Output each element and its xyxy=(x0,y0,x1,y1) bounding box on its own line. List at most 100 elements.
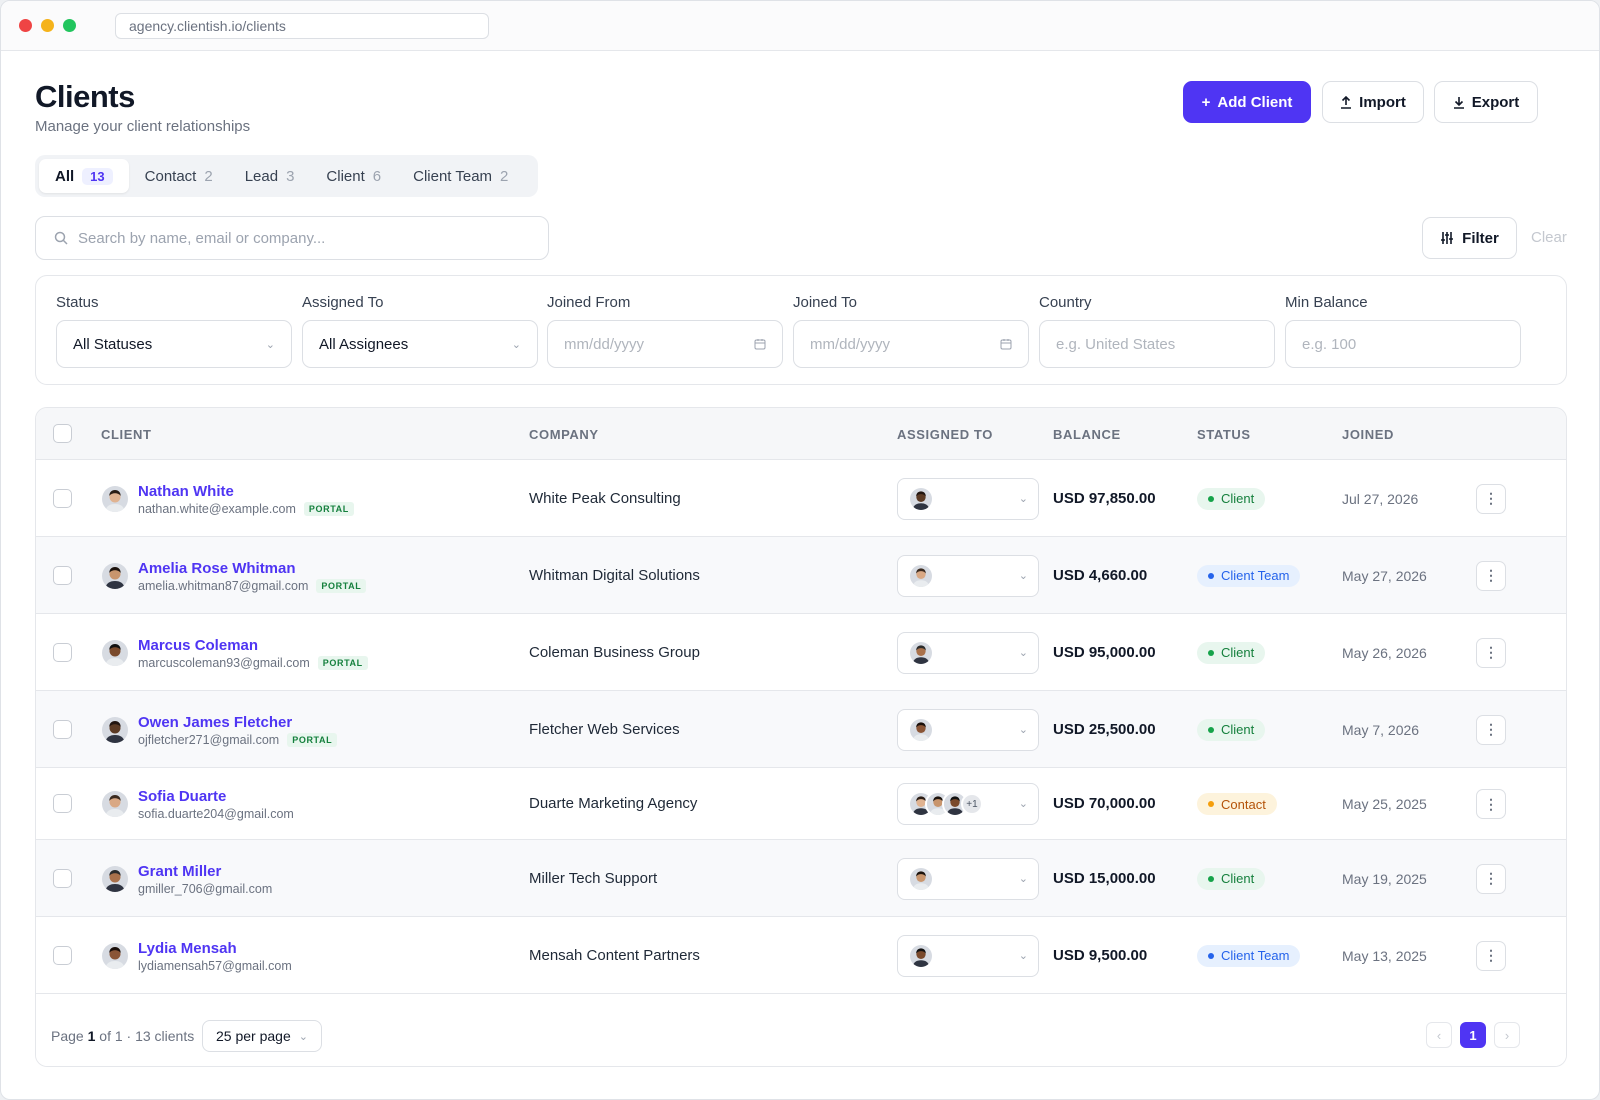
prev-page-button[interactable]: ‹ xyxy=(1426,1022,1452,1048)
chevron-down-icon: ⌄ xyxy=(265,338,275,351)
min-balance-placeholder: e.g. 100 xyxy=(1302,335,1357,353)
status-dot-icon xyxy=(1208,952,1214,959)
calendar-icon xyxy=(754,339,766,350)
chevron-down-icon: ⌄ xyxy=(1018,798,1028,810)
table-row[interactable]: Grant Miller gmiller_706@gmail.com Miller … xyxy=(36,840,1566,917)
client-email-text: marcuscoleman93@gmail.com xyxy=(138,655,310,670)
search-input[interactable] xyxy=(78,229,518,247)
tab-count: 3 xyxy=(286,167,295,185)
filter-label: Filter xyxy=(1462,229,1499,247)
table-row[interactable]: Amelia Rose Whitman amelia.whitman87@gmai… xyxy=(36,537,1566,614)
filter-button[interactable]: Filter xyxy=(1422,217,1517,259)
clear-filters-link[interactable]: Clear xyxy=(1531,229,1567,246)
assigned-filter-label: Assigned To xyxy=(302,294,384,311)
select-all-checkbox[interactable] xyxy=(53,424,72,443)
tab-count: 2 xyxy=(204,167,213,185)
row-checkbox[interactable] xyxy=(53,719,72,739)
export-button[interactable]: Export xyxy=(1434,81,1538,123)
joined-from-input[interactable]: mm/dd/yyyy xyxy=(547,320,783,368)
avatar xyxy=(102,942,128,969)
calendar-icon xyxy=(1000,339,1012,350)
tab-client[interactable]: Client 6 xyxy=(310,159,397,193)
client-name-link[interactable]: Sofia Duarte xyxy=(138,788,226,805)
min-balance-label: Min Balance xyxy=(1285,294,1368,311)
joined-date: May 25, 2025 xyxy=(1342,796,1427,812)
tab-count: 13 xyxy=(82,167,113,185)
status-badge: Client xyxy=(1197,718,1266,741)
joined-date: May 13, 2025 xyxy=(1342,947,1427,964)
joined-to-label: Joined To xyxy=(793,294,857,311)
next-page-button[interactable]: › xyxy=(1494,1022,1520,1048)
status-dot-icon xyxy=(1208,649,1214,656)
assignee-select[interactable]: ⌄ xyxy=(897,554,1039,597)
row-actions-button[interactable]: ⋮ xyxy=(1476,637,1506,668)
row-actions-button[interactable]: ⋮ xyxy=(1476,483,1506,514)
search-icon xyxy=(54,231,68,245)
tab-client-team[interactable]: Client Team 2 xyxy=(397,159,524,193)
table-footer: Page 1 of 1 · 13 clients 25 per page ⌄ ‹… xyxy=(36,1006,1566,1066)
client-name-link[interactable]: Amelia Rose Whitman xyxy=(138,560,296,577)
client-name-link[interactable]: Grant Miller xyxy=(138,863,221,880)
assignee-select[interactable]: All Assignees ⌄ xyxy=(302,320,538,368)
search-box[interactable] xyxy=(35,216,549,260)
chevron-down-icon: ⌄ xyxy=(1018,646,1028,659)
status-text: Contact xyxy=(1221,796,1266,812)
tab-contact[interactable]: Contact 2 xyxy=(129,159,229,193)
company-name: Coleman Business Group xyxy=(529,643,700,661)
row-checkbox[interactable] xyxy=(53,868,72,888)
row-actions-button[interactable]: ⋮ xyxy=(1476,789,1506,819)
client-name-link[interactable]: Marcus Coleman xyxy=(138,637,258,654)
status-text: Client xyxy=(1221,871,1255,886)
row-checkbox[interactable] xyxy=(53,945,72,965)
row-checkbox[interactable] xyxy=(53,794,72,813)
tab-lead[interactable]: Lead 3 xyxy=(229,159,311,193)
table-row[interactable]: Lydia Mensah lydiamensah57@gmail.com Mensa… xyxy=(36,917,1566,994)
row-actions-button[interactable]: ⋮ xyxy=(1476,714,1506,745)
close-window-icon[interactable] xyxy=(19,19,32,32)
assignee-select-value: All Assignees xyxy=(319,335,409,353)
minimize-window-icon[interactable] xyxy=(41,19,54,32)
row-actions-button[interactable]: ⋮ xyxy=(1476,940,1506,971)
per-page-select[interactable]: 25 per page ⌄ xyxy=(202,1020,322,1052)
portal-badge: PORTAL xyxy=(303,501,354,516)
joined-to-input[interactable]: mm/dd/yyyy xyxy=(793,320,1029,368)
assignee-select[interactable]: +1 ⌄ xyxy=(897,783,1039,825)
table-row[interactable]: Marcus Coleman marcuscoleman93@gmail.com P… xyxy=(36,614,1566,691)
table-row[interactable]: Owen James Fletcher ojfletcher271@gmail.c… xyxy=(36,691,1566,768)
import-button[interactable]: Import xyxy=(1322,81,1424,123)
download-icon xyxy=(1453,96,1464,109)
row-checkbox[interactable] xyxy=(53,565,72,585)
tab-label: Client xyxy=(326,167,365,185)
client-name-link[interactable]: Lydia Mensah xyxy=(138,940,237,957)
status-select[interactable]: All Statuses ⌄ xyxy=(56,320,292,368)
row-checkbox[interactable] xyxy=(53,642,72,662)
table-header: CLIENT COMPANY ASSIGNED TO BALANCE STATU… xyxy=(36,408,1566,460)
min-balance-input[interactable]: e.g. 100 xyxy=(1285,320,1521,368)
assignee-select[interactable]: ⌄ xyxy=(897,631,1039,674)
table-row[interactable]: Sofia Duarte sofia.duarte204@gmail.com Dua… xyxy=(36,768,1566,840)
row-actions-button[interactable]: ⋮ xyxy=(1476,863,1506,894)
clients-table: CLIENT COMPANY ASSIGNED TO BALANCE STATU… xyxy=(35,407,1567,1067)
client-name-link[interactable]: Owen James Fletcher xyxy=(138,714,292,731)
maximize-window-icon[interactable] xyxy=(63,19,76,32)
page-1-button[interactable]: 1 xyxy=(1460,1022,1486,1048)
assignee-select[interactable]: ⌄ xyxy=(897,934,1039,977)
chevron-down-icon: ⌄ xyxy=(1018,492,1028,505)
row-checkbox[interactable] xyxy=(53,488,72,508)
status-filter-label: Status xyxy=(56,294,99,311)
country-input[interactable]: e.g. United States xyxy=(1039,320,1275,368)
country-label: Country xyxy=(1039,294,1092,311)
sliders-icon xyxy=(1441,232,1454,244)
assignee-select[interactable]: ⌄ xyxy=(897,477,1039,520)
status-text: Client xyxy=(1221,722,1255,737)
client-name-link[interactable]: Nathan White xyxy=(138,483,234,500)
table-row[interactable]: Nathan White nathan.white@example.com PORT… xyxy=(36,460,1566,537)
assignee-select[interactable]: ⌄ xyxy=(897,857,1039,900)
tab-all[interactable]: All 13 xyxy=(39,159,129,193)
add-client-button[interactable]: + Add Client xyxy=(1183,81,1311,123)
row-actions-button[interactable]: ⋮ xyxy=(1476,560,1506,591)
joined-date: Jul 27, 2026 xyxy=(1342,490,1419,507)
address-bar[interactable]: agency.clientish.io/clients xyxy=(115,12,489,39)
tab-label: Lead xyxy=(244,167,279,185)
assignee-select[interactable]: ⌄ xyxy=(897,708,1039,751)
